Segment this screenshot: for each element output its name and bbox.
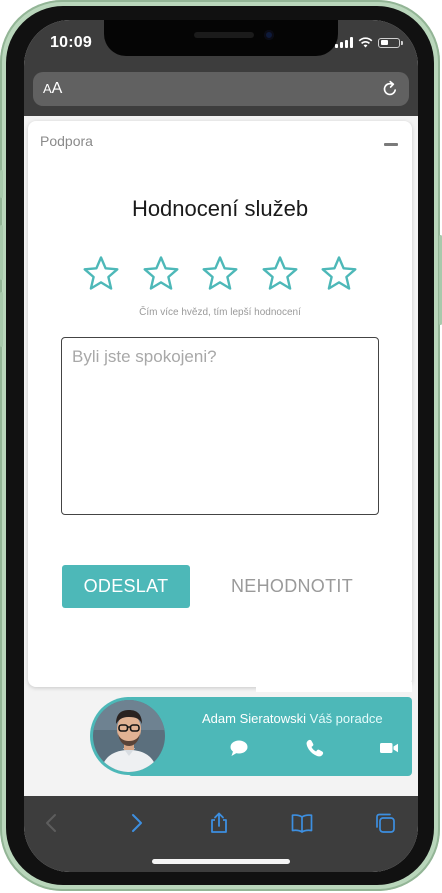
forward-arrow-icon[interactable] xyxy=(124,811,148,835)
submit-button[interactable]: ODESLAT xyxy=(62,565,190,608)
status-icons xyxy=(335,37,403,48)
web-page: Podpora Hodnocení služeb Čím více hvězd,… xyxy=(24,116,418,796)
skip-rating-button[interactable]: NEHODNOTIT xyxy=(220,565,364,608)
video-camera-icon[interactable] xyxy=(378,737,400,759)
tabs-icon[interactable] xyxy=(373,811,397,835)
star-4-icon[interactable] xyxy=(261,255,299,293)
side-button-left-1 xyxy=(0,170,3,198)
feedback-textarea[interactable] xyxy=(61,337,379,515)
bookmarks-icon[interactable] xyxy=(290,811,314,835)
side-button-left-2 xyxy=(0,225,3,280)
text-size-button[interactable]: AA xyxy=(43,80,62,98)
share-icon[interactable] xyxy=(207,811,231,835)
wifi-icon xyxy=(358,37,373,48)
home-indicator xyxy=(152,859,290,864)
star-1-icon[interactable] xyxy=(82,255,120,293)
rating-heading: Hodnocení služeb xyxy=(131,196,309,221)
avatar[interactable] xyxy=(90,697,168,775)
rating-widget: Podpora Hodnocení služeb Čím více hvězd,… xyxy=(28,121,412,687)
advisor-role: Váš poradce xyxy=(309,711,383,726)
advisor-portrait xyxy=(93,700,165,772)
side-button-left-3 xyxy=(0,292,3,347)
status-time: 10:09 xyxy=(50,34,92,51)
notch xyxy=(104,20,338,56)
front-camera xyxy=(264,30,274,40)
minimize-button[interactable] xyxy=(384,143,398,146)
phone-screen: 10:09 AA Podpora Hodnocení služeb Čím ví… xyxy=(24,20,418,872)
chat-bubble-icon[interactable] xyxy=(228,737,250,759)
star-rating xyxy=(82,255,358,295)
advisor-actions xyxy=(200,737,412,759)
star-2-icon[interactable] xyxy=(142,255,180,293)
advisor-info: Adam Sieratowski Váš poradce xyxy=(202,711,383,726)
reload-icon[interactable] xyxy=(380,79,400,99)
browser-top-chrome: 10:09 AA xyxy=(24,20,418,116)
star-3-icon[interactable] xyxy=(201,255,239,293)
speaker xyxy=(194,32,254,38)
advisor-name: Adam Sieratowski xyxy=(202,711,307,726)
address-bar[interactable]: AA xyxy=(33,72,409,106)
star-5-icon[interactable] xyxy=(320,255,358,293)
cellular-signal-icon xyxy=(335,37,353,48)
widget-title: Podpora xyxy=(40,133,93,149)
card-edge-patch xyxy=(256,682,412,692)
phone-icon[interactable] xyxy=(304,737,326,759)
back-arrow-icon[interactable] xyxy=(40,811,64,835)
rating-hint: Čím více hvězd, tím lepší hodnocení xyxy=(139,307,301,318)
battery-icon xyxy=(378,37,403,48)
advisor-bar: Adam Sieratowski Váš poradce xyxy=(128,697,412,776)
